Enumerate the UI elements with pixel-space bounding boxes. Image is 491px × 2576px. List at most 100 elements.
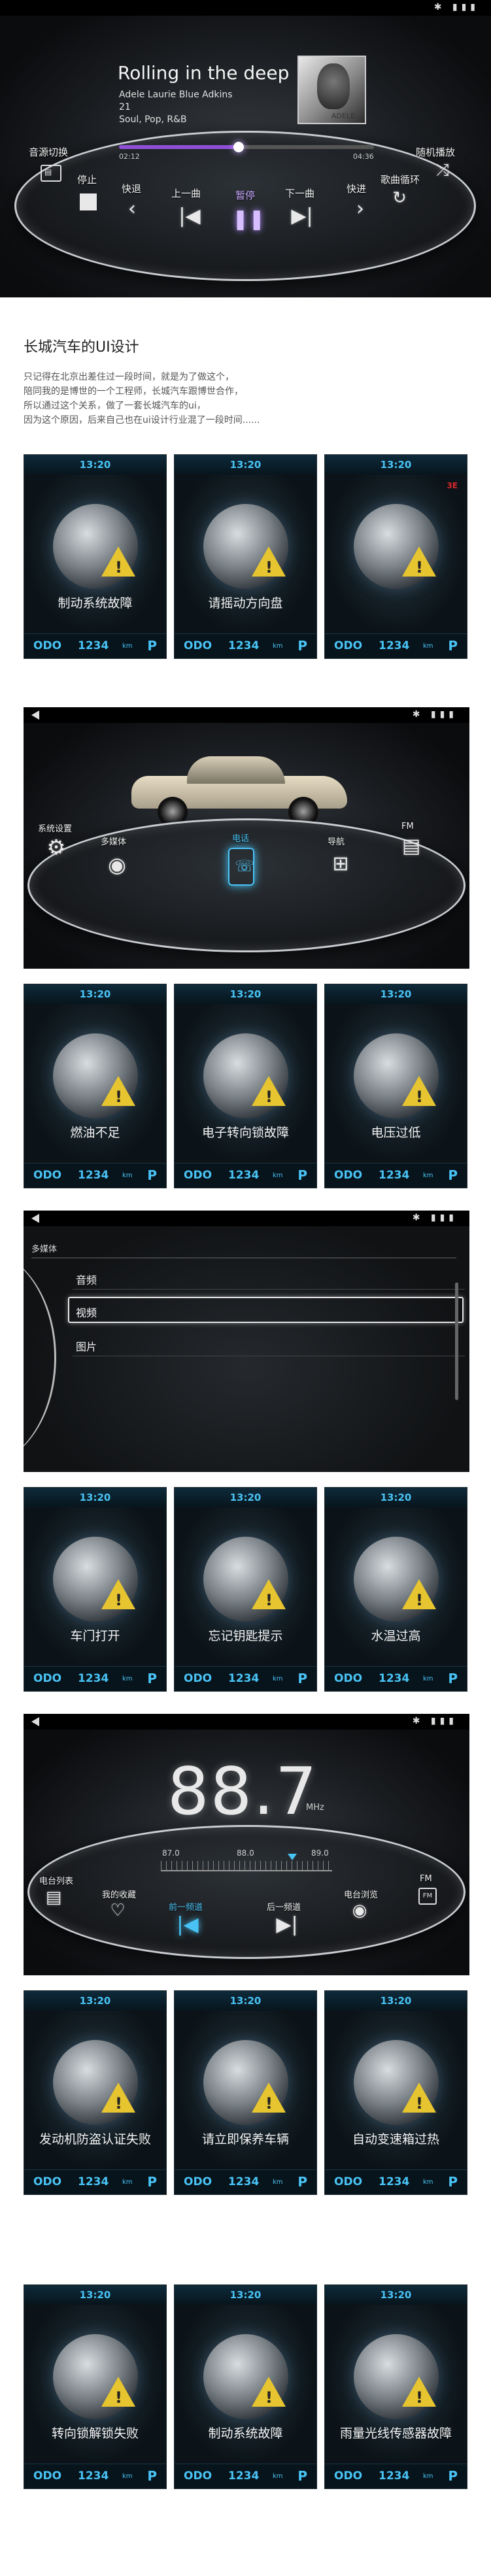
station-list-icon[interactable]: ▤ [41,1888,67,1907]
warning-card[interactable]: 13:20! 制动系统故障 ODO 1234 km P [24,454,167,659]
scale-label-left: 87.0 [162,1848,180,1858]
prev-track-icon[interactable]: |◀ [175,205,204,227]
warning-message: 自动变速箱过热 [352,2132,439,2147]
odo-label: ODO [334,2469,363,2483]
warning-card[interactable]: 13:20! 电压过低 ODO 1234 km P [324,984,467,1188]
multimedia-icon[interactable]: ◉ [101,852,133,877]
warning-card[interactable]: 13:20! 自动变速箱过热 ODO 1234 km P [324,1990,467,2195]
warning-card[interactable]: 13:20! 雨量光线传感器故障 ODO 1234 km P [324,2284,467,2489]
odo-unit: km [122,1675,133,1682]
warning-message: 燃油不足 [70,1126,120,1140]
next-channel-label: 后一频道 [267,1903,301,1913]
warning-card[interactable]: 13:20! 忘记钥匙提示 ODO 1234 km P [174,1487,317,1692]
forward-icon[interactable]: › [349,197,371,220]
shuffle-icon[interactable]: ⤮ [432,161,454,179]
back-icon[interactable] [31,1717,39,1726]
card-time: 13:20 [325,1488,467,1507]
status-icons: ✱ ▮▮▮ [412,1716,458,1726]
odo-value: 1234 [78,639,109,652]
back-icon[interactable] [31,711,39,720]
odo-label: ODO [334,1672,363,1685]
odo-label: ODO [334,1169,363,1182]
card-footer: ODO 1234 km P [24,1666,166,1691]
warning-message: 电子转向锁故障 [201,1126,289,1140]
warning-card[interactable]: 13:20! ODO 1234 km P 3E [324,454,467,659]
odo-label: ODO [184,2175,212,2188]
list-item-audio[interactable]: 音频 [76,1271,97,1287]
warning-card[interactable]: 13:20! 请立即保养车辆 ODO 1234 km P [174,1990,317,2195]
phone-button[interactable]: ☏ [228,848,254,886]
card-footer: ODO 1234 km P [175,1163,316,1188]
warning-message: 转向锁解锁失败 [51,2426,139,2441]
rewind-icon[interactable]: ‹ [121,197,143,220]
odo-unit: km [423,2473,433,2480]
warning-card[interactable]: 13:20! 转向锁解锁失败 ODO 1234 km P [24,2284,167,2489]
card-footer: ODO 1234 km P [24,2169,166,2194]
card-footer: ODO 1234 km P [325,1163,467,1188]
warning-card[interactable]: 13:20! 电子转向锁故障 ODO 1234 km P [174,984,317,1188]
car-status-label: 3E [447,481,458,490]
odo-label: ODO [33,2175,62,2188]
card-time: 13:20 [175,1991,316,2011]
warning-card[interactable]: 13:20! 燃油不足 ODO 1234 km P [24,984,167,1188]
stop-label: 停止 [77,174,97,186]
loop-label: 歌曲循环 [381,174,420,186]
music-player-screen: ✱ ▮▮▮ ADELE Rolling in the deep Adele La… [0,0,491,297]
prev-channel-label: 前一频道 [169,1903,203,1913]
odo-value: 1234 [379,639,410,652]
odo-value: 1234 [78,2469,109,2483]
odo-unit: km [122,2473,133,2480]
loop-icon[interactable]: ↻ [388,188,411,208]
list-item-picture[interactable]: 图片 [76,1338,97,1354]
gear-icon[interactable]: ⚙ [42,835,71,860]
source-switch-button[interactable]: ▤ [41,165,61,182]
artist-line: Adele Laurie Blue Adkins [119,90,233,100]
warning-card[interactable]: 13:20! 车门打开 ODO 1234 km P [24,1487,167,1692]
warning-message: 请摇动方向盘 [208,596,283,611]
warning-message: 制动系统故障 [208,2426,283,2441]
gear-indicator: P [297,2174,307,2190]
eye-icon[interactable]: ◉ [347,1901,373,1920]
list-item-divider [73,1289,465,1290]
odo-label: ODO [184,2469,212,2483]
odo-unit: km [423,2179,433,2186]
pause-icon[interactable]: ❚❚ [232,208,265,231]
tuning-scale[interactable] [161,1861,332,1871]
gear-indicator: P [147,2468,157,2484]
warning-card[interactable]: 13:20! 发动机防盗认证失败 ODO 1234 km P [24,1990,167,2195]
scrollbar[interactable] [455,1282,458,1400]
warning-card[interactable]: 13:20! 请摇动方向盘 ODO 1234 km P [174,454,317,659]
progress-track[interactable] [119,142,374,152]
radio-icon[interactable]: ▤ [395,835,428,858]
gear-indicator: P [448,2468,458,2484]
next-channel-icon[interactable]: ▶| [271,1913,303,1936]
status-bar: ✱ ▮▮▮ [24,1714,469,1730]
favorites-icon[interactable]: ♡ [105,1901,131,1920]
menu-label-fm: FM [401,822,414,831]
back-icon[interactable] [31,1214,39,1223]
navigation-icon[interactable]: ⊞ [324,852,357,875]
list-item-video-selected[interactable]: 视频 [68,1297,464,1323]
card-time: 13:20 [325,455,467,475]
warning-card[interactable]: 13:20! 水温过高 ODO 1234 km P [324,1487,467,1692]
odo-value: 1234 [228,2469,260,2483]
gear-indicator: P [448,2174,458,2190]
odo-unit: km [273,2473,283,2480]
warning-message: 忘记钥匙提示 [208,1629,283,1643]
gear-indicator: P [448,638,458,654]
scale-label-mid: 88.0 [237,1848,254,1858]
prev-channel-icon[interactable]: |◀ [171,1913,204,1936]
card-time: 13:20 [325,1991,467,2011]
album-art-text: ADELE [331,112,356,120]
fm-band-button[interactable]: FM [418,1888,437,1905]
next-track-icon[interactable]: ▶| [288,205,316,227]
intro-paragraph: 只记得在北京出差住过一段时间，就是为了做这个， 陪同我的是博世的一个工程师，长城… [24,370,260,427]
intro-line: 因为这个原因，后来自己也在ui设计行业混了一段时间...... [24,415,260,426]
odo-value: 1234 [78,1672,109,1685]
tuning-marker[interactable] [288,1854,297,1860]
warning-card[interactable]: 13:20! 制动系统故障 ODO 1234 km P [174,2284,317,2489]
stop-button[interactable] [80,193,97,210]
pause-label: 暂停 [235,190,256,201]
next-track-label: 下一曲 [285,188,315,199]
odo-value: 1234 [228,1169,260,1182]
